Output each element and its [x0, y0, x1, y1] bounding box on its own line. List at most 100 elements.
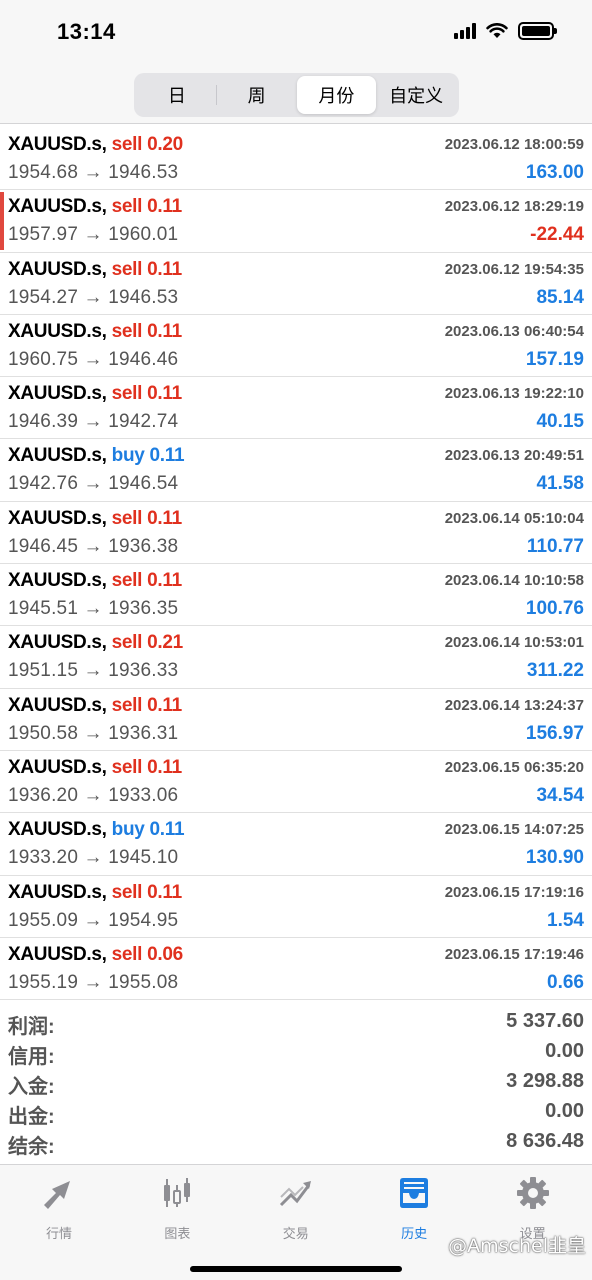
- trade-row[interactable]: XAUUSD.s, sell 0.11 2023.06.14 10:10:58 19…: [0, 564, 592, 627]
- summary-label: 出金:: [8, 1106, 55, 1128]
- trade-symbol-line: XAUUSD.s, buy 0.11: [8, 819, 185, 841]
- period-selector-bar: 日周月份 自定义: [0, 66, 592, 124]
- trade-side: sell: [111, 881, 143, 903]
- trade-symbol: XAUUSD.s,: [8, 570, 107, 592]
- trade-lots: 0.06: [147, 943, 183, 965]
- summary-row: 信用: 0.00: [0, 1038, 592, 1068]
- trade-symbol: XAUUSD.s,: [8, 383, 107, 405]
- summary-row: 利润: 5 337.60: [0, 1008, 592, 1038]
- trade-row[interactable]: XAUUSD.s, sell 0.11 2023.06.14 05:10:04 19…: [0, 502, 592, 565]
- trade-profit: 156.97: [525, 722, 584, 744]
- tab-chart[interactable]: 图表: [118, 1175, 236, 1245]
- trade-icon: [277, 1175, 315, 1216]
- trade-symbol-line: XAUUSD.s, sell 0.11: [8, 882, 182, 904]
- trade-symbol-line: XAUUSD.s, sell 0.11: [8, 321, 182, 343]
- period-tab-0[interactable]: 日: [137, 76, 217, 114]
- trade-lots: 0.11: [147, 881, 182, 903]
- trade-row[interactable]: XAUUSD.s, sell 0.21 2023.06.14 10:53:01 19…: [0, 626, 592, 689]
- trade-side: sell: [111, 383, 143, 405]
- trade-time: 2023.06.15 17:19:16: [444, 883, 584, 901]
- trade-row[interactable]: XAUUSD.s, sell 0.11 2023.06.12 19:54:35 19…: [0, 253, 592, 315]
- trade-lots: 0.11: [147, 694, 182, 716]
- trade-time: 2023.06.13 19:22:10: [444, 385, 584, 403]
- trade-time: 2023.06.12 19:54:35: [444, 260, 584, 278]
- trade-lots: 0.11: [147, 196, 182, 218]
- trade-symbol-line: XAUUSD.s, sell 0.06: [8, 944, 183, 966]
- trade-side: sell: [111, 570, 143, 592]
- tab-settings[interactable]: 设置: [474, 1175, 592, 1245]
- trade-lots: 0.11: [149, 819, 185, 841]
- summary-label: 入金:: [8, 1076, 55, 1098]
- trade-time: 2023.06.15 17:19:46: [444, 945, 584, 963]
- bottom-tab-bar: @Amschel韭皇 行情 图表 交易 历史 设置: [0, 1164, 592, 1280]
- settings-icon: [514, 1175, 552, 1216]
- chart-icon: [158, 1175, 196, 1216]
- trade-side: sell: [111, 134, 143, 155]
- history-icon: [395, 1175, 433, 1216]
- trade-profit: 85.14: [536, 286, 584, 308]
- trade-row[interactable]: XAUUSD.s, buy 0.11 2023.06.13 20:49:51 194…: [0, 439, 592, 502]
- trade-row[interactable]: XAUUSD.s, sell 0.11 2023.06.13 19:22:10 19…: [0, 377, 592, 440]
- summary-value: 0.00: [545, 1100, 584, 1122]
- tab-trade[interactable]: 交易: [237, 1175, 355, 1245]
- trade-prices: 1954.68 → 1946.53: [8, 162, 179, 183]
- trade-prices: 1957.97 → 1960.01: [8, 224, 179, 246]
- trade-row[interactable]: XAUUSD.s, sell 0.11 2023.06.12 18:29:19 19…: [0, 190, 592, 253]
- home-indicator[interactable]: [190, 1266, 402, 1272]
- trade-symbol: XAUUSD.s,: [8, 694, 107, 716]
- trade-profit: 311.22: [526, 660, 584, 682]
- trade-prices: 1946.39 → 1942.74: [8, 411, 179, 433]
- tab-history[interactable]: 历史: [355, 1175, 473, 1245]
- trade-time: 2023.06.12 18:29:19: [444, 198, 584, 216]
- trade-symbol-line: XAUUSD.s, sell 0.11: [8, 383, 182, 405]
- trade-lots: 0.20: [147, 134, 183, 155]
- trade-prices: 1960.75 → 1946.46: [8, 348, 179, 370]
- trade-time: 2023.06.14 10:53:01: [444, 634, 584, 652]
- trade-symbol-line: XAUUSD.s, buy 0.11: [8, 445, 185, 467]
- tab-label: 行情: [45, 1226, 72, 1241]
- tab-label: 图表: [164, 1226, 191, 1241]
- trade-prices: 1946.45 → 1936.38: [8, 535, 179, 557]
- trade-row[interactable]: XAUUSD.s, buy 0.11 2023.06.15 14:07:25 193…: [0, 813, 592, 876]
- summary-label: 信用:: [8, 1046, 55, 1068]
- trade-time: 2023.06.14 10:10:58: [444, 572, 584, 590]
- trade-profit: 157.19: [525, 348, 584, 370]
- trade-symbol: XAUUSD.s,: [8, 507, 107, 529]
- trade-row[interactable]: XAUUSD.s, sell 0.11 2023.06.15 17:19:16 19…: [0, 876, 592, 938]
- trade-symbol-line: XAUUSD.s, sell 0.11: [8, 757, 182, 779]
- summary-label: 结余:: [8, 1136, 55, 1158]
- trade-row[interactable]: XAUUSD.s, sell 0.11 2023.06.15 06:35:20 19…: [0, 751, 592, 814]
- trade-profit: 110.77: [526, 535, 584, 557]
- tab-quotes[interactable]: 行情: [0, 1175, 118, 1245]
- summary-row: 出金: 0.00: [0, 1098, 592, 1128]
- trade-lots: 0.11: [147, 756, 182, 778]
- trade-time: 2023.06.14 05:10:04: [444, 509, 584, 527]
- trade-lots: 0.11: [147, 383, 182, 405]
- summary-value: 3 298.88: [506, 1070, 584, 1092]
- trade-prices: 1954.27 → 1946.53: [8, 286, 179, 308]
- trade-symbol-line: XAUUSD.s, sell 0.11: [8, 695, 182, 717]
- quotes-icon: [40, 1175, 78, 1216]
- trade-row[interactable]: XAUUSD.s, sell 0.20 2023.06.12 18:00:59 19…: [0, 128, 592, 191]
- trade-time: 2023.06.13 06:40:54: [444, 322, 584, 340]
- trade-symbol: XAUUSD.s,: [8, 320, 107, 342]
- summary-row: 结余: 8 636.48: [0, 1128, 592, 1158]
- status-time: 13:14: [57, 19, 116, 44]
- period-tab-1[interactable]: 周: [217, 76, 297, 114]
- trade-time: 2023.06.15 06:35:20: [444, 758, 584, 776]
- trade-row[interactable]: XAUUSD.s, sell 0.06 2023.06.15 17:19:46 19…: [0, 938, 592, 1001]
- trade-row[interactable]: XAUUSD.s, sell 0.11 2023.06.14 13:24:37 19…: [0, 689, 592, 751]
- period-tab-2[interactable]: 月份: [296, 76, 377, 114]
- period-tab-3[interactable]: 自定义: [376, 76, 456, 114]
- trade-history-list: XAUUSD.s, sell 0.20 2023.06.12 18:00:59 19…: [0, 128, 592, 1001]
- trade-symbol-line: XAUUSD.s, sell 0.11: [8, 508, 182, 530]
- trade-side: sell: [111, 694, 143, 716]
- trade-profit: 40.15: [536, 411, 584, 433]
- trade-prices: 1945.51 → 1936.35: [8, 598, 179, 620]
- trade-prices: 1950.58 → 1936.31: [8, 722, 179, 744]
- trade-symbol: XAUUSD.s,: [8, 819, 107, 841]
- trade-profit: -22.44: [530, 224, 584, 246]
- trade-prices: 1955.09 → 1954.95: [8, 909, 179, 931]
- trade-symbol: XAUUSD.s,: [8, 196, 107, 218]
- trade-row[interactable]: XAUUSD.s, sell 0.11 2023.06.13 06:40:54 19…: [0, 315, 592, 378]
